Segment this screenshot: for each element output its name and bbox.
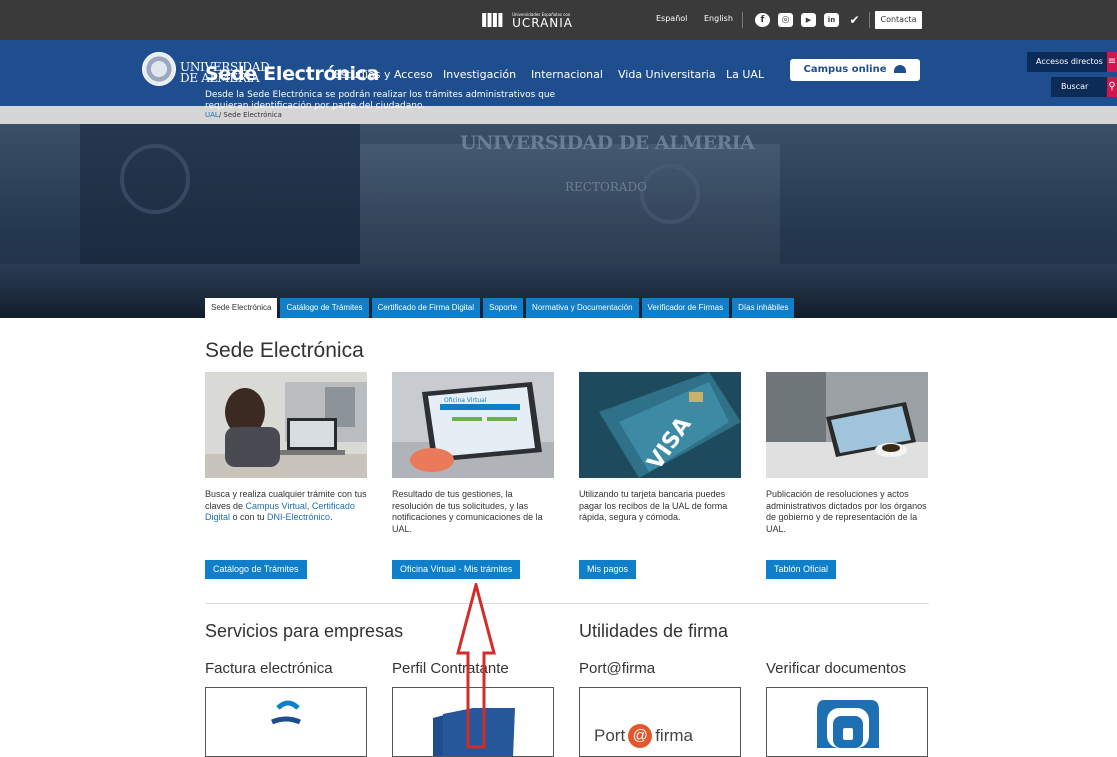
tab-certificado-firma[interactable]: Certificado de Firma Digital bbox=[371, 298, 481, 318]
card-text-tramites: Busca y realiza cualquier trámite con tu… bbox=[205, 489, 367, 524]
ukraine-text: UCRANIA bbox=[512, 16, 574, 30]
hero-title: Sede Electrónica bbox=[205, 63, 380, 85]
ukraine-logo-icon: llll bbox=[480, 10, 504, 32]
hero-seal-right bbox=[640, 164, 700, 224]
verificar-documentos-heading: Verificar documentos bbox=[766, 660, 907, 677]
university-seal-icon[interactable] bbox=[142, 52, 176, 86]
card-text-pagos: Utilizando tu tarjeta bancaria puedes pa… bbox=[579, 489, 728, 522]
lang-en-link[interactable]: English bbox=[704, 14, 733, 23]
twitter-icon[interactable]: ✔ bbox=[847, 13, 862, 27]
lock-shield-icon bbox=[817, 700, 879, 748]
portafirma-heading: Port@firma bbox=[579, 660, 656, 677]
tab-normativa[interactable]: Normativa y Documentación bbox=[526, 298, 639, 318]
card-image-oficina: Oficina Virtual bbox=[392, 372, 554, 478]
utilidades-firma-heading: Utilidades de firma bbox=[579, 621, 729, 641]
search-icon[interactable]: ⚲ bbox=[1107, 77, 1117, 97]
card-text-part: o con tu bbox=[230, 512, 268, 522]
portafirma-card[interactable]: Port @ firma bbox=[579, 687, 741, 757]
card-text-part: . bbox=[330, 512, 333, 522]
hero-banner: UNIVERSIDAD DE ALMERIA RECTORADO bbox=[0, 124, 1117, 318]
lang-es-link[interactable]: Español bbox=[656, 14, 687, 23]
annotation-arrow-icon bbox=[456, 583, 496, 749]
hero-description: Desde la Sede Electrónica se podrán real… bbox=[205, 90, 556, 111]
nav-investigacion[interactable]: Investigación bbox=[443, 68, 516, 81]
nav-vida-universitaria[interactable]: Vida Universitaria bbox=[618, 68, 716, 81]
divider bbox=[869, 12, 870, 28]
tablon-oficial-button[interactable]: Tablón Oficial bbox=[766, 560, 837, 579]
card-image-tablon bbox=[766, 372, 928, 478]
factura-electronica-card[interactable] bbox=[205, 687, 367, 757]
buscar-button[interactable]: Buscar bbox=[1051, 77, 1107, 97]
tab-sede-electronica[interactable]: Sede Electrónica bbox=[205, 298, 278, 318]
servicios-empresas-heading: Servicios para empresas bbox=[205, 621, 404, 641]
oficina-virtual-button[interactable]: Oficina Virtual - Mis trámites bbox=[392, 560, 521, 579]
portafirma-logo: Port @ firma bbox=[594, 724, 693, 748]
ukraine-banner[interactable]: llll Universidades Españolas con UCRANIA bbox=[480, 10, 574, 32]
mis-pagos-button[interactable]: Mis pagos bbox=[579, 560, 637, 579]
instagram-icon[interactable]: ◎ bbox=[778, 13, 793, 27]
page-heading: Sede Electrónica bbox=[205, 339, 364, 362]
section-divider bbox=[205, 603, 929, 604]
facebook-icon[interactable]: f bbox=[755, 13, 770, 27]
hero-building bbox=[360, 144, 780, 284]
tab-verificador[interactable]: Verificador de Firmas bbox=[641, 298, 730, 318]
tab-dias-inhabiles[interactable]: Días inhábiles bbox=[732, 298, 795, 318]
campus-online-button[interactable]: Campus online bbox=[790, 59, 920, 81]
contacta-button[interactable]: Contacta bbox=[875, 11, 922, 29]
linkedin-icon[interactable]: in bbox=[824, 13, 839, 27]
factura-electronica-heading: Factura electrónica bbox=[205, 660, 333, 677]
users-icon bbox=[894, 65, 907, 73]
youtube-icon[interactable]: ▶ bbox=[801, 13, 816, 27]
portafirma-logo-right: firma bbox=[655, 726, 693, 745]
campus-virtual-link[interactable]: Campus Virtual bbox=[246, 501, 307, 511]
accesos-directos-button[interactable]: Accesos directos bbox=[1027, 52, 1107, 72]
campus-online-label: Campus online bbox=[803, 64, 887, 75]
breadcrumb-home-link[interactable]: UAL bbox=[205, 111, 219, 119]
card-text-tablon: Publicación de resoluciones y actos admi… bbox=[766, 489, 927, 534]
factura-logo-icon bbox=[271, 700, 301, 725]
nav-internacional[interactable]: Internacional bbox=[531, 68, 603, 81]
tab-catalogo-tramites[interactable]: Catálogo de Trámites bbox=[280, 298, 369, 318]
hero-bg-text2: RECTORADO bbox=[565, 180, 647, 194]
card-text-oficina: Resultado de tus gestiones, la resolució… bbox=[392, 489, 543, 534]
section-tabs: Sede Electrónica Catálogo de Trámites Ce… bbox=[205, 298, 795, 318]
menu-icon[interactable]: ≡ bbox=[1107, 52, 1117, 72]
nav-la-ual[interactable]: La UAL bbox=[726, 68, 764, 81]
tab-soporte[interactable]: Soporte bbox=[483, 298, 524, 318]
at-icon: @ bbox=[628, 724, 653, 748]
screen-title: Oficina Virtual bbox=[444, 397, 487, 404]
card-image-tramites bbox=[205, 372, 367, 478]
hero-seal-left bbox=[120, 144, 190, 214]
dni-electronico-link[interactable]: DNI-Electrónico bbox=[267, 512, 330, 522]
hero-bg-text: UNIVERSIDAD DE ALMERIA bbox=[460, 132, 755, 154]
verificar-documentos-card[interactable] bbox=[766, 687, 928, 757]
divider bbox=[742, 12, 743, 28]
portafirma-logo-left: Port bbox=[594, 726, 626, 745]
catalogo-tramites-button[interactable]: Catálogo de Trámites bbox=[205, 560, 307, 579]
breadcrumb-current: / Sede Electrónica bbox=[218, 111, 282, 119]
card-image-pagos: VISA bbox=[579, 372, 741, 478]
